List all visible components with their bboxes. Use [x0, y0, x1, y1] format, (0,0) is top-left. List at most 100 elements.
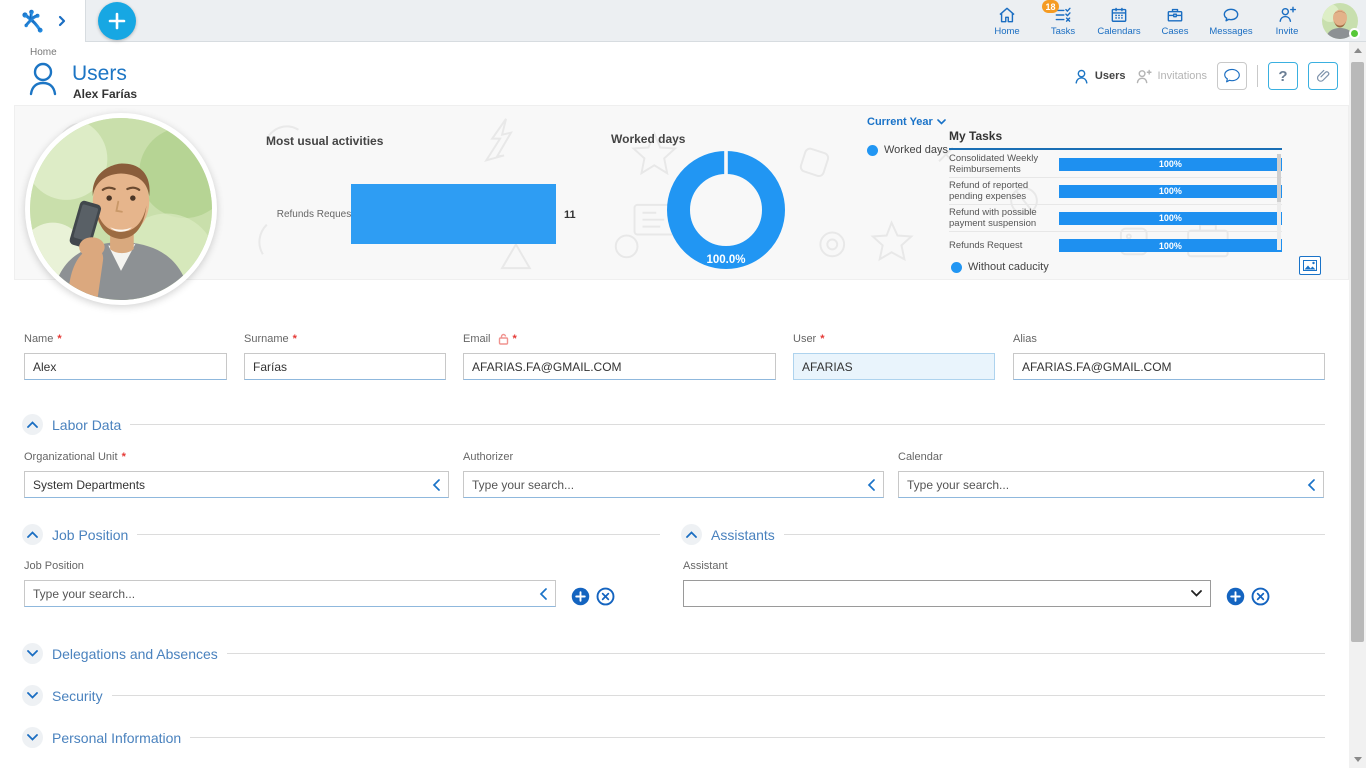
surname-input[interactable] [244, 353, 446, 380]
expand-security-button[interactable] [22, 685, 43, 706]
calendar-label: Calendar [898, 451, 943, 463]
app-logo-box[interactable] [0, 0, 86, 42]
chevron-up-icon [686, 531, 697, 538]
users-page-icon [26, 61, 60, 97]
section-title: Delegations and Absences [52, 646, 218, 662]
tab-users[interactable]: Users [1073, 68, 1126, 85]
period-selector[interactable]: Current Year [867, 116, 946, 128]
field-assistant: Assistant [683, 560, 1211, 607]
alias-input[interactable] [1013, 353, 1325, 380]
calendar-lookup[interactable]: Type your search... [898, 471, 1324, 498]
remove-job-position-button[interactable] [596, 587, 615, 606]
app-logo-icon [19, 7, 47, 35]
remove-assistant-button[interactable] [1251, 587, 1270, 606]
comment-bubble-icon [1223, 68, 1241, 84]
nav-calendars[interactable]: Calendars [1094, 0, 1144, 42]
field-email: Email * [463, 333, 776, 380]
chevron-left-icon[interactable] [867, 479, 875, 491]
legend-label: Worked days [884, 144, 948, 156]
assistant-select[interactable] [683, 580, 1211, 607]
tab-invitations-label: Invitations [1157, 70, 1207, 82]
scroll-up-arrow[interactable] [1349, 42, 1366, 59]
chevron-left-icon[interactable] [539, 588, 547, 600]
tasks-badge: 18 [1042, 0, 1059, 13]
nav-tasks[interactable]: 18 Tasks [1038, 0, 1088, 42]
add-new-button[interactable] [98, 2, 136, 40]
nav-label: Calendars [1097, 26, 1140, 37]
app-window: Home 18 Tasks [0, 0, 1366, 768]
nav-invite[interactable]: Invite [1262, 0, 1312, 42]
nav-label: Tasks [1051, 26, 1075, 37]
organizational-unit-lookup[interactable]: System Departments [24, 471, 449, 498]
vertical-scrollbar[interactable] [1349, 42, 1366, 768]
worked-days-donut[interactable]: 100.0% [660, 144, 792, 276]
task-row[interactable]: Consolidated Weekly Reimbursements 100% [949, 151, 1282, 178]
scroll-down-arrow[interactable] [1349, 751, 1366, 768]
alias-label: Alias [1013, 333, 1037, 345]
name-input[interactable] [24, 353, 227, 380]
chevron-left-icon[interactable] [432, 479, 440, 491]
comments-button[interactable] [1217, 62, 1247, 90]
user-avatar[interactable] [1322, 3, 1358, 39]
select-chevron-down-icon [1191, 590, 1202, 597]
attachments-button[interactable] [1308, 62, 1338, 90]
field-name: Name* [24, 333, 227, 380]
task-row[interactable]: Refund with possible payment suspension … [949, 205, 1282, 232]
job-position-actions [571, 587, 615, 606]
breadcrumb[interactable]: Home [30, 47, 57, 58]
chevron-left-icon[interactable] [1307, 479, 1315, 491]
activities-chart-title: Most usual activities [266, 134, 383, 148]
invitations-tab-icon [1135, 68, 1152, 85]
top-nav-items: Home 18 Tasks [982, 0, 1358, 42]
email-input[interactable] [463, 353, 776, 380]
add-job-position-button[interactable] [571, 587, 590, 606]
sidebar-expand-chevron-icon[interactable] [57, 15, 67, 27]
user-label: User [793, 333, 816, 345]
collapse-assistants-button[interactable] [681, 524, 702, 545]
job-position-lookup[interactable]: Type your search... [24, 580, 556, 607]
user-input[interactable] [793, 353, 995, 380]
chevron-up-icon [27, 421, 38, 428]
nav-messages[interactable]: Messages [1206, 0, 1256, 42]
collapse-labor-data-button[interactable] [22, 414, 43, 435]
nav-label: Home [994, 26, 1019, 37]
profile-photo[interactable] [25, 113, 217, 305]
tasks-scrollbar[interactable] [1277, 154, 1281, 250]
task-row[interactable]: Refunds Request 100% [949, 232, 1282, 259]
expand-personal-information-button[interactable] [22, 727, 43, 748]
name-label: Name [24, 333, 53, 345]
lock-icon [498, 333, 509, 345]
field-calendar: Calendar Type your search... [898, 451, 1324, 498]
change-banner-image-button[interactable] [1299, 256, 1321, 275]
section-divider [190, 737, 1325, 738]
users-tab-icon [1073, 68, 1090, 85]
job-position-label: Job Position [24, 560, 84, 572]
section-title: Security [52, 688, 103, 704]
section-title: Job Position [52, 527, 128, 543]
nav-cases[interactable]: Cases [1150, 0, 1200, 42]
authorizer-lookup[interactable]: Type your search... [463, 471, 884, 498]
legend-label: Without caducity [968, 261, 1049, 273]
section-divider [112, 695, 1325, 696]
help-button[interactable]: ? [1268, 62, 1298, 90]
section-assistants: Assistants [681, 524, 1325, 545]
question-mark-icon: ? [1278, 68, 1287, 85]
expand-delegations-button[interactable] [22, 643, 43, 664]
required-marker: * [122, 451, 126, 463]
task-label: Consolidated Weekly Reimbursements [949, 153, 1045, 175]
tab-invitations[interactable]: Invitations [1135, 68, 1207, 85]
home-icon [997, 5, 1017, 25]
nav-label: Cases [1162, 26, 1189, 37]
scrollbar-thumb[interactable] [1351, 62, 1364, 642]
nav-home[interactable]: Home [982, 0, 1032, 42]
section-divider [227, 653, 1325, 654]
collapse-job-position-button[interactable] [22, 524, 43, 545]
activities-bar[interactable] [351, 184, 556, 244]
field-job-position: Job Position Type your search... [24, 560, 556, 607]
section-security: Security [22, 685, 1325, 706]
job-position-placeholder: Type your search... [33, 587, 539, 601]
add-assistant-button[interactable] [1226, 587, 1245, 606]
task-row[interactable]: Refund of reported pending expenses 100% [949, 178, 1282, 205]
surname-label: Surname [244, 333, 289, 345]
section-labor-data: Labor Data [22, 414, 1325, 435]
